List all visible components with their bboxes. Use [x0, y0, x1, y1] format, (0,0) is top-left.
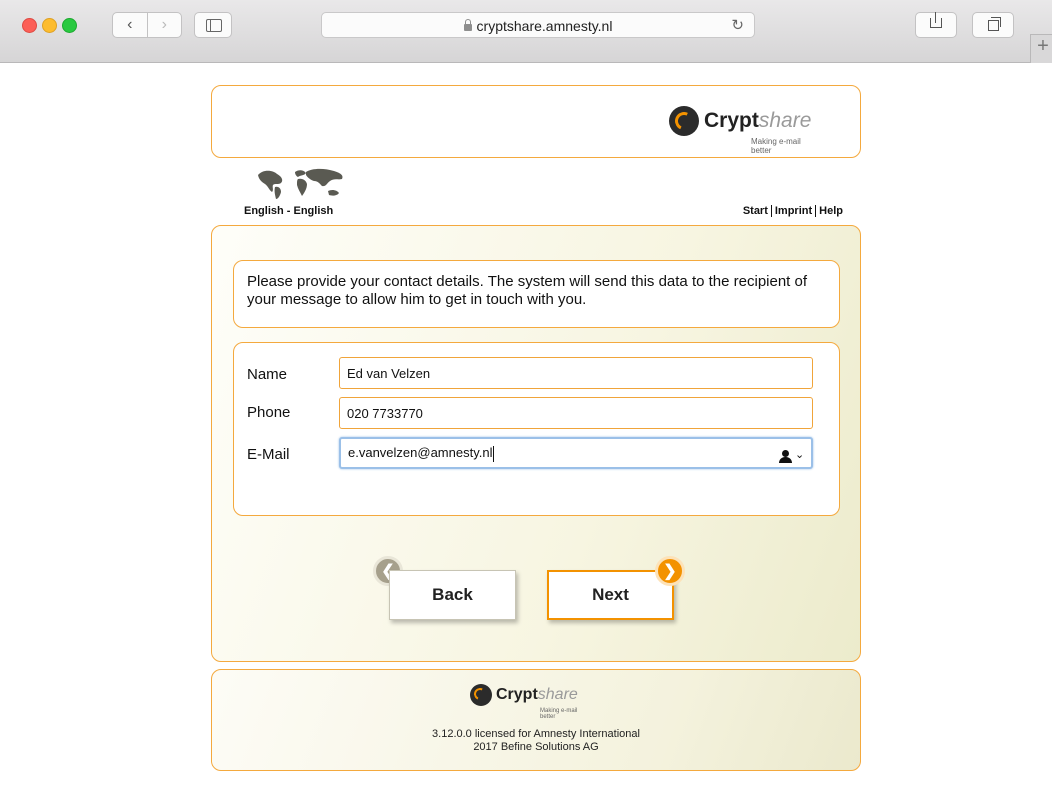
- chevron-left-icon: ‹: [127, 16, 133, 33]
- instructions-box: Please provide your contact details. The…: [233, 260, 840, 328]
- browser-toolbar: ‹ › cryptshare.amnesty.nl ↻ +: [0, 0, 1052, 63]
- help-link[interactable]: Help: [815, 205, 843, 217]
- phone-input[interactable]: [339, 397, 813, 429]
- instructions-text: Please provide your contact details. The…: [247, 273, 808, 308]
- name-label: Name: [247, 366, 288, 383]
- chevron-down-icon[interactable]: ⌄: [795, 448, 804, 461]
- address-bar[interactable]: cryptshare.amnesty.nl ↻: [321, 12, 755, 38]
- email-label: E-Mail: [247, 446, 290, 463]
- name-input[interactable]: [339, 357, 813, 389]
- imprint-link[interactable]: Imprint: [770, 205, 812, 217]
- footer-panel: Cryptshare Making e-mail better 3.12.0.0…: [211, 669, 861, 771]
- sidebar-icon: [206, 19, 222, 32]
- footer-logo-word-bold: Crypt: [496, 686, 538, 703]
- url-label: cryptshare.amnesty.nl: [476, 18, 613, 34]
- start-link[interactable]: Start: [743, 205, 768, 217]
- logo-word-italic: share: [758, 109, 812, 132]
- minimize-window-button[interactable]: [42, 18, 57, 33]
- url-text: cryptshare.amnesty.nl: [322, 18, 754, 34]
- copyright-text: 2017 Befine Solutions AG: [473, 741, 599, 753]
- footer-logo-wordmark: Cryptshare: [496, 686, 578, 704]
- show-tabs-button[interactable]: [972, 12, 1014, 38]
- logo-word-bold: Crypt: [704, 109, 759, 132]
- logo-tagline: Making e-mail better: [751, 137, 801, 155]
- back-button[interactable]: Back: [389, 570, 516, 620]
- footer-logo-icon: [470, 684, 492, 706]
- close-window-button[interactable]: [22, 18, 37, 33]
- browser-back-button[interactable]: ‹: [113, 13, 147, 37]
- text-caret: [493, 445, 495, 462]
- license-text: 3.12.0.0 licensed for Amnesty Internatio…: [432, 728, 640, 740]
- zoom-window-button[interactable]: [62, 18, 77, 33]
- reload-icon[interactable]: ↻: [731, 16, 744, 34]
- lock-icon: [463, 19, 472, 31]
- main-panel: Please provide your contact details. The…: [211, 225, 861, 662]
- sidebar-toggle-button[interactable]: [194, 12, 232, 38]
- footer-logo-tagline: Making e-mail better: [540, 708, 578, 720]
- right-arrow-icon[interactable]: ❯: [655, 556, 685, 586]
- language-label[interactable]: English - English: [244, 205, 333, 217]
- tabs-icon: [988, 17, 1001, 31]
- phone-label: Phone: [247, 404, 291, 421]
- page-content: Cryptshare Making e-mail better English …: [0, 63, 1052, 793]
- share-icon: [930, 12, 942, 28]
- email-value: e.vanvelzen@amnesty.nl: [348, 445, 493, 460]
- cryptshare-logo: Cryptshare Making e-mail better: [669, 106, 811, 155]
- chevron-right-icon: ›: [161, 16, 167, 33]
- footer-cryptshare-logo: Cryptshare Making e-mail better: [470, 684, 578, 720]
- logo-wordmark: Cryptshare: [704, 109, 811, 133]
- new-tab-button[interactable]: +: [1030, 34, 1052, 63]
- history-nav: ‹ ›: [112, 12, 182, 38]
- footer-logo-word-italic: share: [537, 686, 578, 703]
- browser-forward-button[interactable]: ›: [146, 13, 182, 37]
- header-panel: Cryptshare Making e-mail better: [211, 85, 861, 158]
- contact-form: Name Phone E-Mail e.vanvelzen@amnesty.nl…: [233, 342, 840, 516]
- share-button[interactable]: [915, 12, 957, 38]
- email-input[interactable]: e.vanvelzen@amnesty.nl: [339, 437, 813, 469]
- top-links: Start Imprint Help: [743, 205, 843, 217]
- cryptshare-logo-icon: [669, 106, 699, 136]
- world-map-icon[interactable]: [254, 166, 354, 200]
- next-button[interactable]: Next: [547, 570, 674, 620]
